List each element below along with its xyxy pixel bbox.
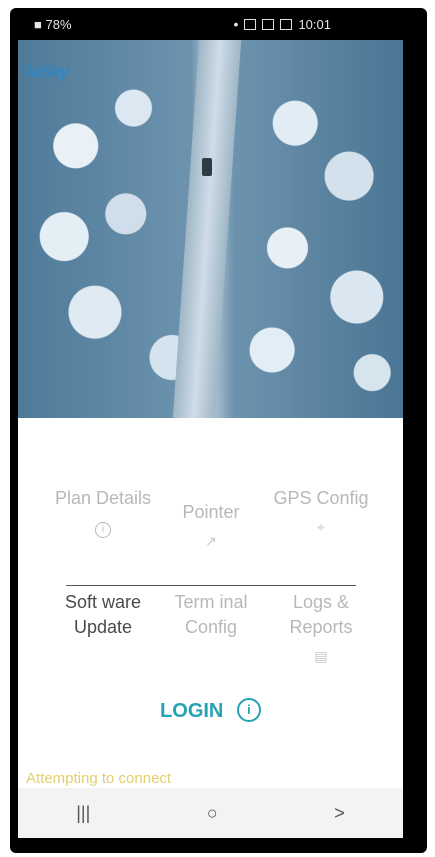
plan-details-button[interactable]: Plan Details i <box>48 486 158 540</box>
pointer-button[interactable]: Pointer ↗ <box>156 500 266 554</box>
recent-apps-icon[interactable]: ||| <box>76 803 90 824</box>
back-icon[interactable]: > <box>334 803 345 824</box>
gps-config-label: GPS Config <box>273 488 369 508</box>
login-button[interactable]: LOGIN <box>160 700 223 722</box>
status-time: 10:01 <box>298 16 331 32</box>
login-info-icon[interactable]: i <box>236 698 261 722</box>
pointer-label: Pointer <box>182 502 240 522</box>
gps-config-button[interactable]: GPS Config ⌖ <box>266 486 376 540</box>
battery-indicator: ■ 78% <box>34 16 72 32</box>
pointer-icon: ↗ <box>205 533 217 549</box>
terminal-config-label: Term inal Config <box>174 592 248 637</box>
road-image <box>172 40 242 418</box>
software-update-label: Soft ware Update <box>64 592 142 637</box>
document-icon: ▤ <box>314 648 328 664</box>
info-icon: i <box>48 515 158 540</box>
car-image <box>202 158 212 176</box>
logs-reports-label: Logs & Reports <box>289 592 353 637</box>
app-logo: hiSky <box>26 64 69 81</box>
notification-icon <box>244 18 257 30</box>
logs-reports-button[interactable]: Logs & Reports ▤ <box>266 590 376 669</box>
location-icon: ⌖ <box>317 519 325 535</box>
android-nav-bar: ||| ○ > <box>18 788 403 838</box>
connection-status: Attempting to connect <box>26 770 172 787</box>
notification-icon <box>262 18 275 30</box>
notification-dot-icon: • <box>233 16 239 32</box>
hero-image: hiSky <box>18 40 403 418</box>
battery-icon: ■ <box>34 16 42 32</box>
status-bar: ■ 78% • 10:01 <box>18 8 403 40</box>
terminal-config-button[interactable]: Term inal Config <box>156 590 266 640</box>
app-screen: hiSky Plan Details i Pointer ↗ GPS Confi… <box>18 40 403 838</box>
status-right-group: • 10:01 <box>234 16 331 32</box>
menu-divider <box>66 585 356 586</box>
plan-details-label: Plan Details <box>54 488 152 508</box>
software-update-button[interactable]: Soft ware Update <box>48 590 158 640</box>
login-row: LOGIN i <box>18 698 403 723</box>
home-icon[interactable]: ○ <box>207 803 218 824</box>
image-icon <box>280 18 293 30</box>
